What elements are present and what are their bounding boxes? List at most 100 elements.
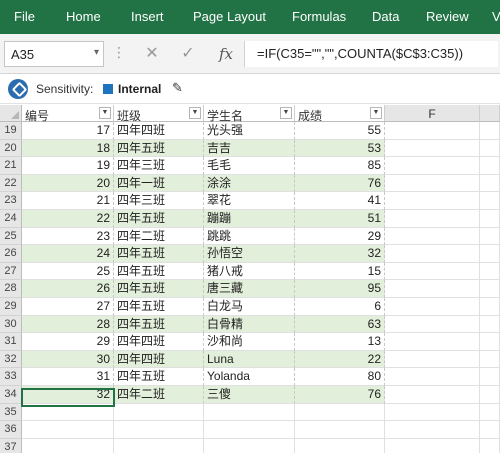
- cell-student[interactable]: [204, 421, 295, 439]
- cell-g[interactable]: [480, 350, 500, 369]
- column-header-f[interactable]: F: [385, 105, 480, 122]
- cell-f[interactable]: [385, 386, 480, 404]
- row-header[interactable]: 33: [0, 368, 22, 386]
- cell-f[interactable]: [385, 368, 480, 386]
- cell-g[interactable]: [480, 280, 500, 298]
- cell-class[interactable]: 四年五班: [114, 315, 204, 334]
- cell-student[interactable]: 猪八戒: [204, 262, 295, 281]
- column-header-g[interactable]: [480, 105, 500, 122]
- row-header[interactable]: 35: [0, 403, 22, 422]
- cell-student[interactable]: Yolanda: [204, 368, 295, 386]
- filter-dropdown-icon[interactable]: ▼: [189, 107, 201, 119]
- cell-id[interactable]: 31: [22, 368, 114, 386]
- sensitivity-value[interactable]: Internal: [118, 82, 161, 96]
- cell-student[interactable]: 光头强: [204, 122, 295, 140]
- row-header[interactable]: 30: [0, 315, 22, 334]
- cell-f[interactable]: [385, 262, 480, 281]
- cell-f[interactable]: [385, 245, 480, 263]
- cell-score[interactable]: 6: [295, 298, 385, 316]
- cell-id[interactable]: 25: [22, 262, 114, 281]
- cell-class[interactable]: 四年五班: [114, 298, 204, 316]
- cell-class[interactable]: 四年二班: [114, 227, 204, 246]
- cell-class[interactable]: 四年三班: [114, 192, 204, 210]
- tab-page-layout[interactable]: Page Layout: [193, 0, 266, 34]
- row-header[interactable]: 36: [0, 421, 22, 439]
- cell-student[interactable]: 三傻: [204, 386, 295, 404]
- row-header[interactable]: 27: [0, 262, 22, 281]
- cell-g[interactable]: [480, 174, 500, 193]
- cell-g[interactable]: [480, 122, 500, 140]
- cell-score[interactable]: 63: [295, 315, 385, 334]
- cell-score[interactable]: 32: [295, 245, 385, 263]
- cell-f[interactable]: [385, 438, 480, 453]
- cell-score[interactable]: 80: [295, 368, 385, 386]
- cell-score[interactable]: 13: [295, 333, 385, 351]
- row-header[interactable]: 25: [0, 227, 22, 246]
- row-header[interactable]: 31: [0, 333, 22, 351]
- cell-g[interactable]: [480, 386, 500, 404]
- cell-class[interactable]: 四年五班: [114, 368, 204, 386]
- cell-student[interactable]: 孙悟空: [204, 245, 295, 263]
- cell-class[interactable]: 四年五班: [114, 262, 204, 281]
- select-all-corner[interactable]: [0, 105, 22, 122]
- cell-score[interactable]: 51: [295, 210, 385, 228]
- row-header[interactable]: 26: [0, 245, 22, 263]
- cell-id[interactable]: 22: [22, 210, 114, 228]
- cell-score[interactable]: [295, 421, 385, 439]
- cell-f[interactable]: [385, 350, 480, 369]
- tab-view[interactable]: V: [492, 0, 500, 34]
- cell-score[interactable]: 22: [295, 350, 385, 369]
- cell-g[interactable]: [480, 315, 500, 334]
- column-header-id[interactable]: 编号 ▼: [22, 105, 114, 123]
- worksheet-grid[interactable]: 编号 ▼ 班级 ▼ 学生名 ▼ 成绩 ▼ F 19 17 四年四班 光头强 55 20 18…: [0, 105, 500, 453]
- cell-id[interactable]: 18: [22, 139, 114, 158]
- cell-f[interactable]: [385, 298, 480, 316]
- cell-f[interactable]: [385, 210, 480, 228]
- tab-file[interactable]: File: [14, 0, 35, 34]
- row-header[interactable]: 34: [0, 386, 22, 404]
- cell-g[interactable]: [480, 227, 500, 246]
- cell-id[interactable]: 24: [22, 245, 114, 263]
- cell-g[interactable]: [480, 192, 500, 210]
- tab-home[interactable]: Home: [66, 0, 101, 34]
- cell-student[interactable]: 蹦蹦: [204, 210, 295, 228]
- cell-f[interactable]: [385, 333, 480, 351]
- cell-score[interactable]: [295, 403, 385, 422]
- cell-student[interactable]: 沙和尚: [204, 333, 295, 351]
- cell-id[interactable]: 29: [22, 333, 114, 351]
- cell-f[interactable]: [385, 192, 480, 210]
- cell-f[interactable]: [385, 315, 480, 334]
- cell-student[interactable]: [204, 403, 295, 422]
- cell-id[interactable]: 28: [22, 315, 114, 334]
- cell-f[interactable]: [385, 403, 480, 422]
- cell-score[interactable]: 53: [295, 139, 385, 158]
- cell-student[interactable]: 唐三藏: [204, 280, 295, 298]
- cell-score[interactable]: 55: [295, 122, 385, 140]
- filter-dropdown-icon[interactable]: ▼: [370, 107, 382, 119]
- cell-id[interactable]: 26: [22, 280, 114, 298]
- cell-g[interactable]: [480, 438, 500, 453]
- cell-id[interactable]: 17: [22, 122, 114, 140]
- cell-student[interactable]: 白骨精: [204, 315, 295, 334]
- insert-function-icon[interactable]: fx: [214, 42, 238, 66]
- cell-student[interactable]: 翠花: [204, 192, 295, 210]
- cell-score[interactable]: 76: [295, 174, 385, 193]
- cell-id[interactable]: 20: [22, 174, 114, 193]
- cell-class[interactable]: 四年五班: [114, 210, 204, 228]
- cell-g[interactable]: [480, 403, 500, 422]
- cell-id[interactable]: 23: [22, 227, 114, 246]
- filter-dropdown-icon[interactable]: ▼: [99, 107, 111, 119]
- row-header[interactable]: 28: [0, 280, 22, 298]
- cancel-icon[interactable]: ✕: [140, 42, 164, 66]
- cell-class[interactable]: 四年二班: [114, 386, 204, 404]
- cell-id[interactable]: [22, 438, 114, 453]
- cell-g[interactable]: [480, 421, 500, 439]
- cell-student[interactable]: 毛毛: [204, 157, 295, 175]
- chevron-down-icon[interactable]: ▾: [94, 47, 99, 58]
- row-header[interactable]: 29: [0, 298, 22, 316]
- cell-student[interactable]: Luna: [204, 350, 295, 369]
- cell-g[interactable]: [480, 139, 500, 158]
- formula-input[interactable]: =IF(C35="","",COUNTA($C$3:C35)): [244, 41, 498, 67]
- column-header-class[interactable]: 班级 ▼: [114, 105, 204, 123]
- cell-f[interactable]: [385, 157, 480, 175]
